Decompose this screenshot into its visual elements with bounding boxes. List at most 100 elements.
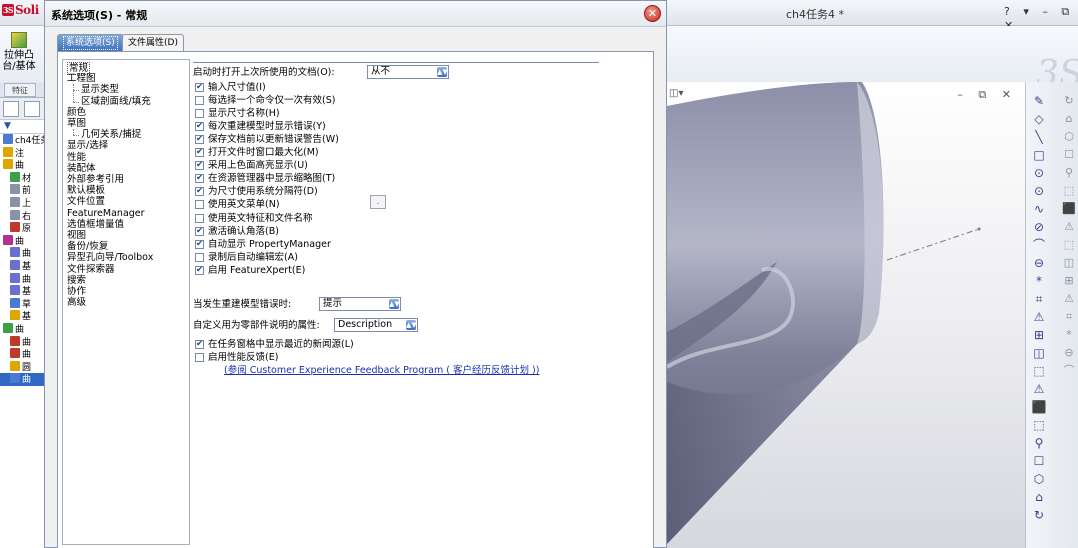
option-checkbox[interactable]: [195, 172, 204, 184]
category-item[interactable]: 默认模板: [67, 185, 105, 196]
option-checkbox[interactable]: [195, 120, 204, 132]
option-checkbox[interactable]: [195, 146, 204, 158]
category-item[interactable]: 备份/恢复: [67, 241, 108, 252]
custom-property-select[interactable]: Description ▲▼: [334, 318, 418, 332]
sketch-tool-icon[interactable]: ⬚: [1031, 418, 1047, 432]
secondary-tool-icon[interactable]: ⬚: [1062, 184, 1076, 198]
secondary-tool-icon[interactable]: ⚠: [1062, 220, 1076, 234]
option-checkbox[interactable]: [195, 159, 204, 171]
feedback-program-link[interactable]: (参阅 Customer Experience Feedback Program…: [224, 365, 539, 377]
category-item[interactable]: 装配体: [67, 163, 96, 174]
sketch-tool-icon[interactable]: ⌗: [1031, 292, 1047, 306]
category-item[interactable]: 异型孔向导/Toolbox: [67, 252, 153, 263]
option-checkbox[interactable]: [195, 213, 204, 223]
sketch-tool-icon[interactable]: ⚲: [1031, 436, 1047, 450]
sketch-tool-icon[interactable]: ⊞: [1031, 328, 1047, 342]
option-checkbox[interactable]: [195, 264, 204, 276]
secondary-tool-icon[interactable]: ⬚: [1062, 238, 1076, 252]
option-checkbox-label: 采用上色面高亮显示(U): [208, 160, 308, 172]
option-checkbox[interactable]: [195, 95, 204, 105]
option-checkbox[interactable]: [195, 352, 204, 362]
option-checkbox[interactable]: [195, 200, 204, 210]
document-title: ch4任务4 *: [786, 8, 845, 21]
viewport-menu[interactable]: ◫▾: [669, 88, 683, 99]
category-item[interactable]: 文件位置: [67, 196, 105, 207]
category-item[interactable]: 显示类型: [81, 84, 119, 95]
close-icon[interactable]: ✕: [644, 5, 661, 22]
feature-icon: [10, 310, 20, 321]
option-checkbox[interactable]: [195, 108, 204, 118]
tree-connector: [73, 135, 79, 137]
tab-feature[interactable]: 特征: [4, 83, 36, 97]
secondary-tool-icon[interactable]: ⬡: [1062, 130, 1076, 144]
secondary-tool-icon[interactable]: ⚠: [1062, 292, 1076, 306]
sketch-tool-icon[interactable]: ☐: [1031, 454, 1047, 468]
option-checkbox[interactable]: [195, 252, 204, 262]
tab-system-options[interactable]: 系统选项(S): [57, 34, 124, 52]
option-checkbox[interactable]: [195, 185, 204, 197]
option-checkbox[interactable]: [195, 225, 204, 237]
sketch-tool-icon[interactable]: ∿: [1031, 202, 1047, 216]
sketch-tool-icon[interactable]: ✎: [1031, 94, 1047, 108]
sketch-tool-icon[interactable]: ⚠: [1031, 310, 1047, 324]
graphics-viewport[interactable]: ◫▾ – ⧉ ✕: [667, 82, 1025, 548]
secondary-tool-icon[interactable]: ⊞: [1062, 274, 1076, 288]
sketch-tool-icon[interactable]: *: [1031, 274, 1047, 288]
sketch-tool-icon[interactable]: ⊙: [1031, 184, 1047, 198]
category-item[interactable]: 颜色: [67, 107, 86, 118]
sketch-tool-icon[interactable]: ⊙: [1031, 166, 1047, 180]
sketch-tool-icon[interactable]: ⊘: [1031, 220, 1047, 234]
option-checkbox[interactable]: [195, 338, 204, 350]
feature-tree-item-label: 前: [22, 186, 32, 197]
sketch-tool-icon[interactable]: □: [1031, 148, 1047, 162]
viewport-window-controls[interactable]: – ⧉ ✕: [957, 88, 1017, 102]
secondary-tool-icon[interactable]: ⌂: [1062, 112, 1076, 126]
secondary-tool-icon[interactable]: *: [1062, 328, 1076, 342]
secondary-tool-icon[interactable]: ⌗: [1062, 310, 1076, 324]
secondary-tool-icon[interactable]: ↻: [1062, 94, 1076, 108]
category-item[interactable]: 区域剖面线/填充: [81, 96, 151, 107]
sketch-tool-icon[interactable]: ⊖: [1031, 256, 1047, 270]
category-item[interactable]: 视图: [67, 230, 86, 241]
sketch-tool-icon[interactable]: ⚠: [1031, 382, 1047, 396]
reopen-select[interactable]: 从不 ▲▼: [367, 65, 449, 79]
feature-tree-icon[interactable]: [3, 101, 19, 117]
separator-value-field[interactable]: .: [370, 195, 386, 209]
secondary-tool-icon[interactable]: ⌒: [1062, 364, 1076, 378]
secondary-tool-icon[interactable]: ⚲: [1062, 166, 1076, 180]
sketch-tool-icon[interactable]: ╲: [1031, 130, 1047, 144]
secondary-tool-icon[interactable]: ⬛: [1062, 202, 1076, 216]
category-item[interactable]: 文件探索器: [67, 264, 115, 275]
category-item[interactable]: 几何关系/捕捉: [81, 129, 141, 140]
sketch-tool-icon[interactable]: ◇: [1031, 112, 1047, 126]
sketch-tool-icon[interactable]: ⌂: [1031, 490, 1047, 504]
category-item[interactable]: FeatureManager: [67, 208, 145, 219]
category-item[interactable]: 协作: [67, 286, 86, 297]
sketch-tool-icon[interactable]: ⬛: [1031, 400, 1047, 414]
category-item[interactable]: 工程图: [67, 73, 96, 84]
tab-document-properties[interactable]: 文件属性(D): [122, 34, 184, 52]
option-checkbox[interactable]: [195, 81, 204, 93]
secondary-tool-icon[interactable]: ◫: [1062, 256, 1076, 270]
secondary-tool-icon[interactable]: ☐: [1062, 148, 1076, 162]
sketch-tool-icon[interactable]: ◫: [1031, 346, 1047, 360]
category-item[interactable]: 高级: [67, 297, 86, 308]
sketch-tool-icon[interactable]: ⬚: [1031, 364, 1047, 378]
dialog-titlebar[interactable]: 系统选项(S) - 常规 ✕: [45, 1, 666, 27]
category-item[interactable]: 草图: [67, 118, 86, 129]
option-checkbox[interactable]: [195, 238, 204, 250]
category-item[interactable]: 选值框增量值: [67, 219, 124, 230]
feature-icon: [10, 335, 20, 346]
rebuild-error-select[interactable]: 提示 ▲▼: [319, 297, 401, 311]
category-item[interactable]: 外部参考引用: [67, 174, 124, 185]
sketch-tool-icon[interactable]: ↻: [1031, 508, 1047, 522]
category-item[interactable]: 显示/选择: [67, 140, 108, 151]
sketch-tool-icon[interactable]: ⌒: [1031, 238, 1047, 252]
sketch-tool-icon[interactable]: ⬡: [1031, 472, 1047, 486]
category-item[interactable]: 性能: [67, 152, 86, 163]
property-manager-icon[interactable]: [24, 101, 40, 117]
option-checkbox[interactable]: [195, 133, 204, 145]
category-item[interactable]: 搜索: [67, 275, 86, 286]
extrude-boss-button[interactable]: 拉伸凸 台/基体: [2, 32, 36, 80]
secondary-tool-icon[interactable]: ⊖: [1062, 346, 1076, 360]
